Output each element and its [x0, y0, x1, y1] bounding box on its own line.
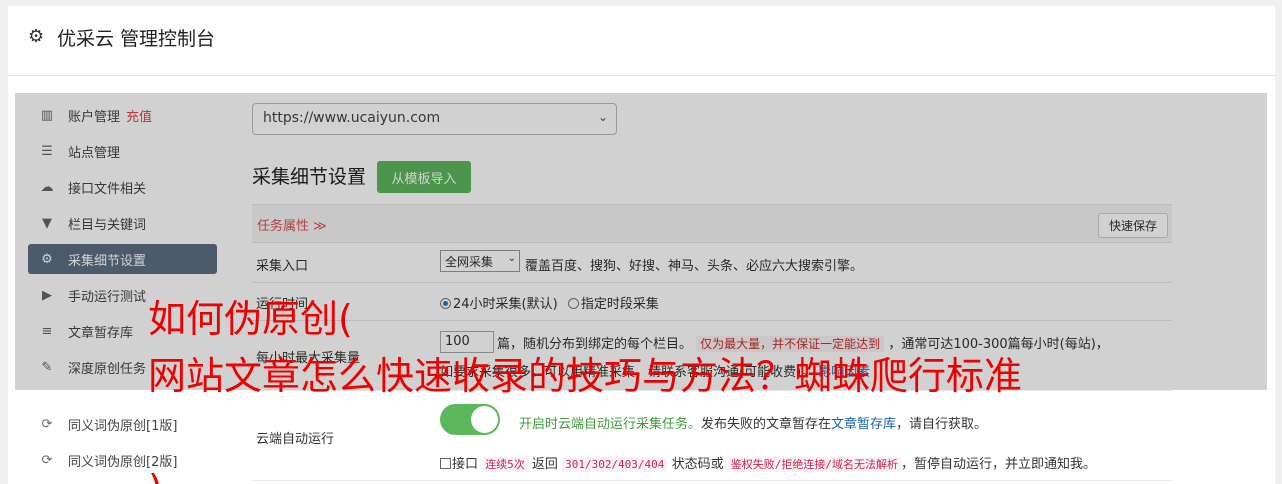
sidebar-item-label: 手动运行测试 [68, 289, 147, 305]
play-icon: ▶ [42, 287, 52, 303]
quick-save-button[interactable]: 快速保存 [1097, 213, 1168, 238]
recharge-link[interactable]: 充值 [126, 106, 152, 125]
entry-description: 覆盖百度、搜狗、好搜、神马、头条、必应六大搜索引擎。 [525, 259, 864, 274]
header: ⚙ 优采云 管理控制台 [8, 6, 1275, 76]
notify-text-1: 返回 [531, 457, 558, 472]
settings-table-header: 任务属性 ≫ 快速保存 [252, 204, 1172, 243]
divider [252, 480, 1172, 481]
sidebar-item-account[interactable]: ▥ 账户管理 充值 [28, 100, 217, 130]
cloud-run-label: 云端自动运行 [256, 432, 335, 447]
cloud-desc-3: ，请自行获取。 [896, 417, 988, 432]
cogs-icon: ⚙ [41, 251, 53, 267]
sidebar-item-label: 站点管理 [68, 145, 121, 161]
page-title: 优采云 管理控制台 [57, 28, 216, 50]
sidebar-item-columns[interactable]: ▼ 栏目与关键词 [28, 208, 217, 238]
code-consecutive: 连续5次 [482, 457, 528, 472]
radio-period-label: 指定时段采集 [580, 297, 659, 312]
site-select[interactable]: https://www.ucaiyun.com ⌄ [252, 103, 617, 135]
edit-icon: ✎ [41, 359, 53, 375]
divider [252, 320, 1172, 321]
import-template-button[interactable]: 从模板导入 [377, 161, 471, 193]
notify-checkbox[interactable] [440, 458, 451, 469]
run-time-options: 24小时采集(默认) 指定时段采集 [440, 293, 659, 312]
cloud-upload-icon: ☁ [40, 179, 54, 195]
max-per-hour-input[interactable]: 100 [440, 331, 494, 353]
database-icon: ≡ [41, 323, 53, 339]
sidebar-item-label: 栏目与关键词 [68, 217, 147, 233]
notify-checkbox-label: 接口 [452, 457, 479, 472]
entry-select-value: 全网采集 [445, 255, 494, 269]
overlay-title-line1: 如何伪原创( [148, 297, 353, 341]
cloud-desc-2: 发布失败的文章暂存在 [701, 417, 832, 432]
section-title: 采集细节设置 [252, 166, 367, 188]
cloud-run-description: 开启时云端自动运行采集任务。发布失败的文章暂存在文章暂存库，请自行获取。 [519, 413, 987, 432]
sidebar-item-label: 深度原创任务 [68, 361, 147, 377]
max-warning: 仅为最大量，并不保证一定能达到 [696, 336, 885, 352]
sidebar-item-label: 文章暂存库 [68, 325, 134, 341]
cloud-run-toggle[interactable] [440, 404, 500, 435]
sidebar-item-interface[interactable]: ☁ 接口文件相关 [28, 172, 217, 202]
sidebar-item-sites[interactable]: ☰ 站点管理 [28, 136, 217, 166]
task-attributes-toggle[interactable]: 任务属性 ≫ [257, 215, 327, 234]
sidebar-item-label: 采集细节设置 [68, 253, 147, 269]
radio-period[interactable] [567, 298, 579, 309]
refresh-icon: ⟳ [41, 416, 53, 432]
sidebar-item-collect-settings[interactable]: ⚙ 采集细节设置 [28, 244, 217, 274]
site-select-value: https://www.ucaiyun.com [263, 110, 441, 126]
gear-icon: ⚙ [28, 26, 45, 47]
code-errors: 鉴权失败/拒绝连接/域名无法解析 [727, 457, 901, 472]
overlay-title-line3: ) [148, 470, 163, 484]
cloud-notify-option: 接口 连续5次 返回 301/302/403/404 状态码或 鉴权失败/拒绝连… [440, 453, 1096, 472]
chevron-down-icon: ⌄ [507, 253, 516, 264]
sidebar-item-synonym-v1[interactable]: ⟳ 同义词伪原创[1版] [28, 409, 217, 439]
sidebar-item-label: 接口文件相关 [68, 181, 147, 197]
refresh-icon: ⟳ [41, 452, 53, 468]
radio-24h-label: 24小时采集(默认) [453, 297, 558, 312]
notify-text-2: 状态码或 [671, 457, 724, 472]
filter-icon: ▼ [42, 215, 52, 231]
max-text-2: ，通常可达100-300篇每小时(每站)， [888, 337, 1109, 352]
bar-chart-icon: ▥ [40, 107, 54, 123]
article-store-link[interactable]: 文章暂存库 [831, 417, 896, 432]
divider [252, 282, 1172, 283]
toggle-knob [471, 406, 498, 433]
entry-label: 采集入口 [256, 259, 309, 274]
server-icon: ☰ [41, 143, 53, 159]
radio-24h[interactable] [440, 298, 451, 309]
max-per-hour-description: 篇，随机分布到绑定的每个栏目。 仅为最大量，并不保证一定能达到 ，通常可达100… [497, 333, 1109, 352]
notify-text-3: ，暂停自动运行，并立即通知我。 [900, 457, 1096, 472]
entry-select[interactable]: 全网采集 ⌄ [440, 250, 520, 272]
sidebar-item-synonym-v2[interactable]: ⟳ 同义词伪原创[2版] [28, 445, 217, 475]
chevron-down-icon: ⌄ [597, 110, 608, 124]
code-status: 301/302/403/404 [562, 457, 668, 472]
sidebar-item-label: 同义词伪原创[1版] [68, 418, 178, 434]
overlay-title-line2: 网站文章怎么快速收录的技巧与方法？蜘蛛爬行标准 [148, 354, 1023, 398]
max-text-1: 篇，随机分布到绑定的每个栏目。 [497, 337, 693, 352]
sidebar-item-label: 账户管理 [68, 109, 121, 125]
cloud-desc-1: 开启时云端自动运行采集任务。 [519, 417, 702, 432]
